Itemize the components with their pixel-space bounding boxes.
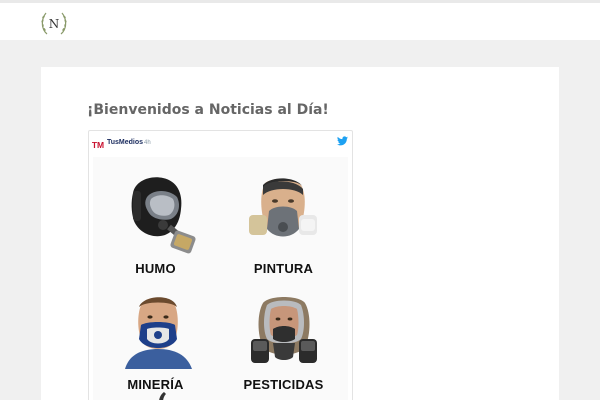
site-logo[interactable]: N bbox=[38, 8, 70, 38]
tweet-header: TM TusMedios 4h bbox=[89, 131, 352, 155]
mask-item-humo: HUMO bbox=[93, 157, 218, 277]
mask-item-pesticidas: PESTICIDAS bbox=[221, 277, 346, 400]
dust-mask-icon bbox=[125, 297, 192, 369]
tusmedios-logo-icon: TM bbox=[92, 140, 104, 149]
welcome-heading: ¡Bienvenidos a Noticias al Día! bbox=[87, 102, 329, 118]
logo-letter: N bbox=[49, 17, 60, 31]
embedded-tweet[interactable]: TM TusMedios 4h HUMO PINTURA MINERÍA PES… bbox=[88, 130, 353, 400]
tweet-account-name[interactable]: TusMedios bbox=[107, 139, 143, 146]
full-face-gas-mask-icon bbox=[131, 177, 196, 254]
half-face-respirator-icon bbox=[249, 178, 317, 237]
mask-caption: PESTICIDAS bbox=[243, 377, 324, 392]
svg-text:TM: TM bbox=[92, 140, 104, 149]
site-header: N bbox=[0, 3, 600, 40]
mask-caption: HUMO bbox=[135, 261, 176, 276]
laurel-logo-icon: N bbox=[41, 12, 67, 35]
partial-next-image-icon bbox=[159, 392, 166, 400]
twitter-bird-icon[interactable] bbox=[337, 136, 348, 146]
mask-item-mineria: MINERÍA bbox=[93, 277, 218, 400]
tweet-timestamp[interactable]: 4h bbox=[144, 140, 151, 146]
tweet-image[interactable]: HUMO PINTURA MINERÍA PESTICIDAS bbox=[93, 157, 348, 400]
mask-item-pintura: PINTURA bbox=[221, 157, 346, 277]
full-face-respirator-icon bbox=[251, 297, 317, 363]
mask-caption: MINERÍA bbox=[127, 377, 184, 392]
mask-caption: PINTURA bbox=[253, 261, 314, 276]
